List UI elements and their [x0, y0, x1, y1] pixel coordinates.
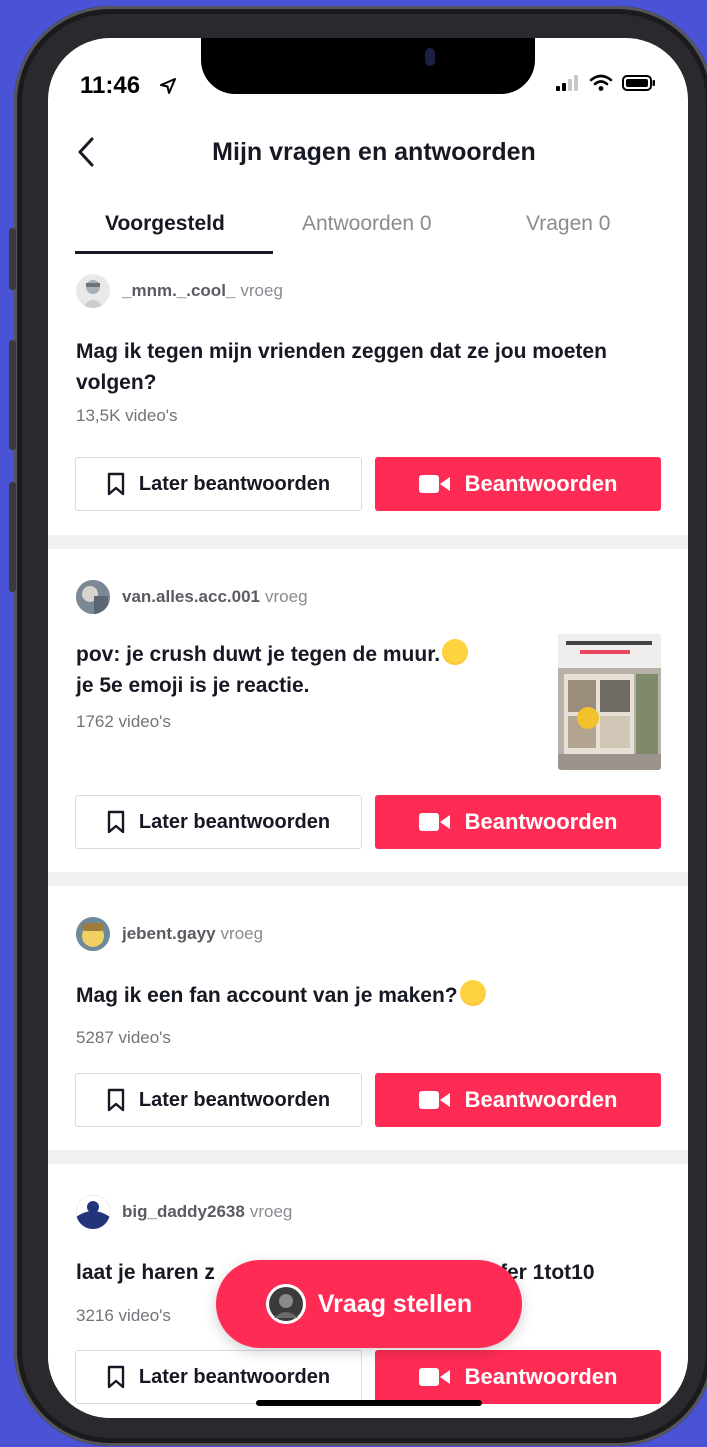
later-answer-label: Later beantwoorden	[138, 1088, 331, 1111]
username[interactable]: van.alles.acc.001	[122, 587, 260, 607]
question-text: Mag ik een fan account van je maken?	[76, 980, 636, 1011]
avatar	[76, 1195, 110, 1229]
answer-button[interactable]: Beantwoorden	[375, 795, 661, 849]
home-indicator[interactable]	[256, 1400, 482, 1406]
tab-vragen[interactable]: Vragen 0	[526, 212, 610, 236]
video-camera-icon	[418, 1368, 450, 1386]
question-feed: _mnm._.cool_ vroeg Mag ik tegen mijn vri…	[48, 254, 688, 1418]
later-answer-button[interactable]: Later beantwoorden	[75, 1350, 362, 1404]
question-text-line2: je 5e emoji is je reactie.	[76, 674, 310, 697]
later-answer-label: Later beantwoorden	[138, 1365, 331, 1388]
video-count: 13,5K video's	[76, 406, 178, 425]
question-text: pov: je crush duwt je tegen de muur. je …	[76, 639, 546, 701]
later-answer-label: Later beantwoorden	[138, 472, 331, 495]
later-answer-label: Later beantwoorden	[138, 810, 331, 833]
question-card: _mnm._.cool_ vroeg Mag ik tegen mijn vri…	[48, 254, 688, 535]
username[interactable]: jebent.gayy	[122, 924, 216, 944]
answer-label: Beantwoorden	[464, 809, 618, 834]
video-camera-icon	[418, 1091, 450, 1109]
card-separator	[48, 872, 688, 886]
smiling-face-with-hearts-icon	[442, 639, 469, 665]
header: Mijn vragen en antwoorden	[48, 126, 688, 178]
silent-switch	[9, 228, 16, 290]
volume-down-button	[9, 482, 16, 592]
video-count: 5287 video's	[76, 1028, 171, 1047]
avatar	[76, 580, 110, 614]
tab-voorgesteld[interactable]: Voorgesteld	[105, 212, 225, 236]
camera-icon	[425, 48, 435, 66]
avatar	[265, 1284, 306, 1324]
username[interactable]: big_daddy2638	[122, 1202, 245, 1222]
card-separator	[48, 535, 688, 549]
question-author: jebent.gayy vroeg	[76, 917, 263, 951]
wifi-icon	[589, 74, 613, 91]
answer-button[interactable]: Beantwoorden	[375, 457, 661, 511]
bookmark-icon	[107, 472, 125, 496]
location-arrow-icon	[160, 78, 176, 94]
question-author: _mnm._.cool_ vroeg	[76, 274, 283, 308]
question-author: van.alles.acc.001 vroeg	[76, 580, 308, 614]
video-thumbnail[interactable]	[558, 634, 661, 770]
question-text-line1: Mag ik een fan account van je maken?	[76, 984, 458, 1007]
answer-label: Beantwoorden	[464, 1087, 618, 1112]
answer-button[interactable]: Beantwoorden	[375, 1073, 661, 1127]
avatar	[76, 917, 110, 951]
battery-icon	[622, 75, 655, 91]
signal-icon	[556, 75, 578, 91]
question-text-left: laat je haren z	[76, 1261, 215, 1284]
card-separator	[48, 1150, 688, 1164]
later-answer-button[interactable]: Later beantwoorden	[75, 1073, 362, 1127]
question-text-line1: pov: je crush duwt je tegen de muur.	[76, 643, 441, 666]
volume-up-button	[9, 340, 16, 450]
status-time: 11:46	[80, 72, 141, 99]
bookmark-icon	[107, 810, 125, 834]
later-answer-button[interactable]: Later beantwoorden	[75, 795, 362, 849]
ask-question-button[interactable]: Vraag stellen	[216, 1260, 522, 1348]
video-camera-icon	[418, 475, 450, 493]
video-count: 3216 video's	[76, 1306, 171, 1325]
bookmark-icon	[107, 1088, 125, 1112]
question-time: vroeg	[265, 587, 308, 606]
username[interactable]: _mnm._.cool_	[122, 281, 235, 301]
avatar	[76, 274, 110, 308]
later-answer-button[interactable]: Later beantwoorden	[75, 457, 362, 511]
question-author: big_daddy2638 vroeg	[76, 1195, 292, 1229]
bookmark-icon	[107, 1365, 125, 1389]
notch	[201, 38, 535, 94]
question-text: Mag ik tegen mijn vrienden zeggen dat ze…	[76, 340, 607, 394]
phone-screen: 11:46 Mijn vragen en antwoorden Voorgest…	[48, 38, 688, 1418]
question-time: vroeg	[249, 1202, 293, 1221]
heart-eyes-icon	[459, 980, 486, 1006]
question-time: vroeg	[220, 924, 264, 943]
tab-antwoorden[interactable]: Antwoorden 0	[302, 212, 432, 236]
ask-question-label: Vraag stellen	[317, 1289, 473, 1318]
video-count: 1762 video's	[76, 712, 171, 731]
question-card: van.alles.acc.001 vroeg pov: je crush du…	[48, 549, 688, 872]
page-title: Mijn vragen en antwoorden	[212, 138, 536, 166]
question-time: vroeg	[240, 281, 283, 300]
status-icons	[556, 74, 656, 92]
question-card: jebent.gayy vroeg Mag ik een fan account…	[48, 886, 688, 1150]
tab-bar: Voorgesteld Antwoorden 0 Vragen 0	[48, 198, 688, 254]
answer-button[interactable]: Beantwoorden	[375, 1350, 661, 1404]
video-camera-icon	[418, 813, 450, 831]
answer-label: Beantwoorden	[464, 471, 618, 496]
answer-label: Beantwoorden	[464, 1364, 618, 1389]
